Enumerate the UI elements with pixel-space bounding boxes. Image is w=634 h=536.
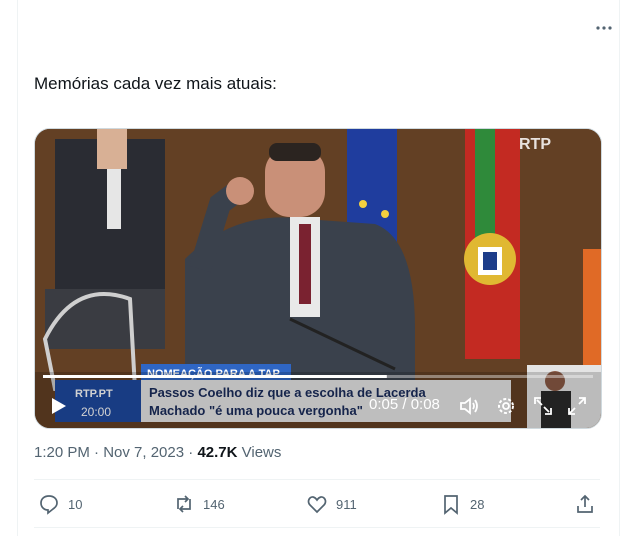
repost-button[interactable]: 146 xyxy=(173,492,225,516)
repost-count: 146 xyxy=(203,496,225,512)
video-player[interactable]: RTP NOMEAÇÃO PARA A TAP Passos Coelho di… xyxy=(34,128,602,429)
settings-icon[interactable] xyxy=(495,395,517,417)
bookmark-count: 28 xyxy=(470,496,485,512)
tweet-text: Memórias cada vez mais atuais: xyxy=(34,74,277,93)
like-button[interactable]: 911 xyxy=(306,492,357,516)
divider xyxy=(34,527,600,528)
divider xyxy=(34,479,600,480)
volume-icon[interactable] xyxy=(458,395,480,417)
minimize-icon[interactable] xyxy=(532,395,554,417)
like-count: 911 xyxy=(336,496,357,512)
reply-icon xyxy=(40,495,58,515)
share-button[interactable] xyxy=(574,492,604,516)
reply-count: 10 xyxy=(68,496,83,512)
channel-logo: RTP xyxy=(519,136,551,153)
video-time: 0:05 / 0:08 xyxy=(369,396,440,413)
more-icon[interactable] xyxy=(592,16,616,40)
play-icon[interactable] xyxy=(47,395,69,417)
tweet-meta: 1:20 PM · Nov 7, 2023 · 42.7K Views xyxy=(34,444,282,461)
share-icon xyxy=(577,494,593,513)
reply-button[interactable]: 10 xyxy=(38,492,82,516)
bookmark-icon xyxy=(444,495,458,515)
views-count: 42.7K xyxy=(197,444,238,461)
timestamp[interactable]: 1:20 PM · Nov 7, 2023 xyxy=(34,444,184,461)
like-icon xyxy=(307,496,327,514)
views-label: Views xyxy=(241,444,282,461)
video-frame: RTP NOMEAÇÃO PARA A TAP Passos Coelho di… xyxy=(35,129,601,428)
fullscreen-icon[interactable] xyxy=(566,395,588,417)
bookmark-button[interactable]: 28 xyxy=(440,492,484,516)
progress-fill xyxy=(43,375,387,378)
repost-icon xyxy=(177,495,191,513)
